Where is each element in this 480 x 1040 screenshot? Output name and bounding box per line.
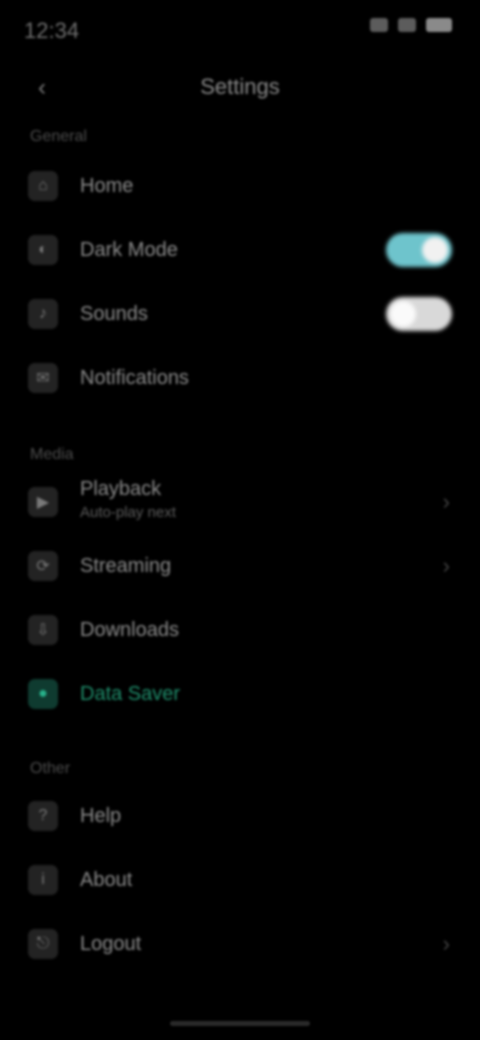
row-label: Data Saver [80, 682, 181, 705]
settings-row-dark-mode[interactable]: ◐ Dark Mode [0, 220, 480, 280]
row-label: Home [80, 174, 134, 197]
status-bar: 12:34 [0, 0, 480, 60]
toggle-knob [390, 301, 416, 327]
chevron-right-icon: › [442, 489, 450, 514]
home-indicator[interactable] [170, 1021, 310, 1026]
music-note-icon: ♪ [28, 299, 58, 329]
chevron-right-icon: › [442, 553, 450, 578]
settings-row-sounds[interactable]: ♪ Sounds [0, 284, 480, 344]
row-label: Playback [80, 478, 162, 500]
battery-icon [426, 18, 452, 32]
refresh-icon: ⟳ [28, 551, 58, 581]
settings-row-downloads[interactable]: ⇩ Downloads [0, 600, 480, 660]
settings-row-streaming[interactable]: ⟳ Streaming › [0, 536, 480, 596]
section-header-general: General [30, 128, 87, 145]
section-header-media: Media [30, 446, 74, 463]
wifi-icon [398, 18, 416, 32]
status-icons [370, 18, 452, 32]
status-time: 12:34 [24, 18, 80, 43]
row-label: Streaming [80, 554, 172, 577]
dark-mode-toggle[interactable] [386, 233, 452, 267]
page-title: Settings [200, 74, 280, 99]
settings-row-data-saver[interactable]: ● Data Saver [0, 664, 480, 724]
row-label: Sounds [80, 302, 148, 325]
logout-icon: ⎋ [28, 929, 58, 959]
row-label: About [80, 868, 133, 891]
row-label: Notifications [80, 366, 189, 389]
chevron-right-icon: › [442, 931, 450, 956]
help-icon: ? [28, 801, 58, 831]
settings-row-playback[interactable]: ▶ Playback Auto-play next › [0, 470, 480, 534]
settings-row-about[interactable]: i About [0, 850, 480, 910]
settings-row-notifications[interactable]: ✉ Notifications [0, 348, 480, 408]
signal-icon [370, 18, 388, 32]
mail-icon: ✉ [28, 363, 58, 393]
play-icon: ▶ [28, 487, 58, 517]
data-saver-icon: ● [28, 679, 58, 709]
settings-row-home[interactable]: ⌂ Home [0, 156, 480, 216]
toggle-knob [422, 237, 448, 263]
settings-row-help[interactable]: ? Help [0, 786, 480, 846]
row-label: Help [80, 804, 122, 827]
row-label: Downloads [80, 618, 179, 641]
download-icon: ⇩ [28, 615, 58, 645]
settings-row-logout[interactable]: ⎋ Logout › [0, 914, 480, 974]
moon-icon: ◐ [28, 235, 58, 265]
info-icon: i [28, 865, 58, 895]
top-app-bar: ‹ Settings [0, 60, 480, 116]
home-icon: ⌂ [28, 171, 58, 201]
sounds-toggle[interactable] [386, 297, 452, 331]
section-header-other: Other [30, 760, 71, 777]
row-label: Dark Mode [80, 238, 178, 261]
row-sublabel: Auto-play next [80, 504, 176, 521]
row-label: Logout [80, 932, 142, 955]
